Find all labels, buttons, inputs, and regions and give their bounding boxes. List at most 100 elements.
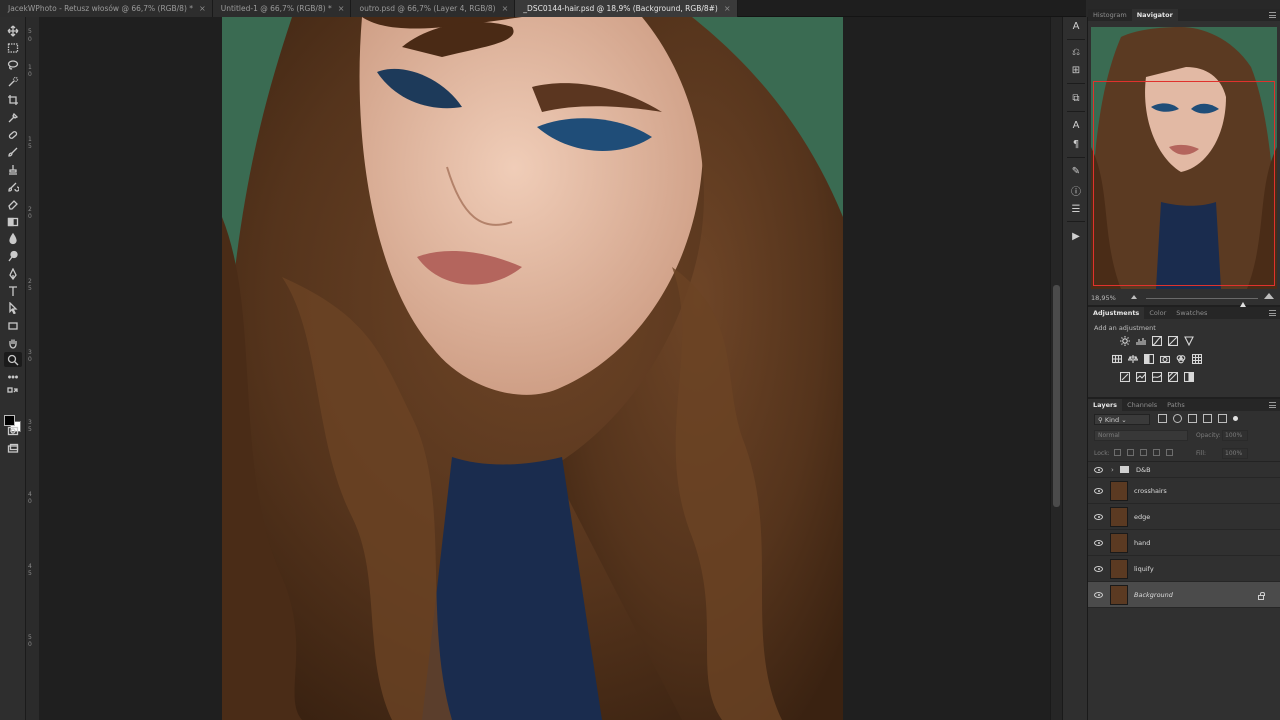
posterize-icon[interactable] [1134, 371, 1147, 383]
layer-row[interactable]: liquify [1088, 556, 1280, 582]
navigator-view-box[interactable] [1093, 81, 1275, 286]
chevron-right-icon[interactable]: › [1111, 466, 1114, 474]
layer-kind-filter[interactable]: ⚲ Kind ⌄ [1094, 414, 1150, 425]
document-tab-2[interactable]: outro.psd @ 66,7% (Layer 4, RGB/8) × [351, 0, 516, 17]
color-balance-icon[interactable] [1126, 353, 1139, 365]
lock-position-icon[interactable] [1140, 449, 1147, 456]
zoom-in-icon[interactable] [1264, 293, 1274, 299]
type-filter-icon[interactable] [1188, 414, 1197, 423]
threshold-icon[interactable] [1150, 371, 1163, 383]
actions-play-icon[interactable]: ▶ [1068, 229, 1084, 243]
brightness-contrast-icon[interactable] [1118, 335, 1131, 347]
layer-row-background[interactable]: Background [1088, 582, 1280, 608]
hand-tool-icon[interactable] [4, 335, 22, 350]
black-white-icon[interactable] [1142, 353, 1155, 365]
navigator-thumbnail[interactable] [1091, 27, 1277, 289]
healing-brush-tool-icon[interactable] [4, 127, 22, 142]
invert-icon[interactable] [1118, 371, 1131, 383]
panel-menu-icon[interactable] [1269, 310, 1276, 316]
lock-all-icon[interactable] [1166, 449, 1173, 456]
layer-row[interactable]: edge [1088, 504, 1280, 530]
close-tab-icon[interactable]: × [502, 4, 509, 13]
filter-toggle-icon[interactable] [1233, 416, 1238, 421]
path-selection-tool-icon[interactable] [4, 300, 22, 315]
layer-row-group[interactable]: › D&B [1088, 462, 1280, 478]
photo-filter-icon[interactable] [1158, 353, 1171, 365]
more-tools-icon[interactable] [4, 369, 22, 384]
paragraph-icon[interactable]: ¶ [1068, 137, 1084, 151]
visibility-eye-icon[interactable] [1094, 565, 1103, 572]
document-tab-1[interactable]: Untitled-1 @ 66,7% (RGB/8) * × [212, 0, 352, 17]
visibility-eye-icon[interactable] [1094, 591, 1103, 598]
close-tab-icon[interactable]: × [199, 4, 206, 13]
tab-paths[interactable]: Paths [1162, 399, 1190, 411]
panel-menu-icon[interactable] [1269, 402, 1276, 408]
lasso-tool-icon[interactable] [4, 57, 22, 72]
panel-menu-icon[interactable] [1269, 12, 1276, 18]
gradient-tool-icon[interactable] [4, 214, 22, 229]
properties-icon[interactable]: ☰ [1068, 202, 1084, 216]
zoom-out-icon[interactable] [1131, 295, 1137, 299]
brush-tool-icon[interactable] [4, 144, 22, 159]
document-tab-3[interactable]: _DSC0144-hair.psd @ 18,9% (Background, R… [515, 0, 738, 17]
tab-navigator[interactable]: Navigator [1131, 9, 1178, 21]
pen-tool-icon[interactable] [4, 266, 22, 281]
eraser-tool-icon[interactable] [4, 196, 22, 211]
visibility-eye-icon[interactable] [1094, 466, 1103, 473]
zoom-percentage[interactable]: 18,95% [1091, 294, 1116, 302]
tab-swatches[interactable]: Swatches [1171, 307, 1212, 319]
visibility-eye-icon[interactable] [1094, 487, 1103, 494]
smart-object-filter-icon[interactable] [1218, 414, 1227, 423]
layer-row[interactable]: crosshairs [1088, 478, 1280, 504]
gradient-map-icon[interactable] [1182, 371, 1195, 383]
pixel-filter-icon[interactable] [1158, 414, 1167, 423]
tool-presets-icon[interactable]: ✎ [1068, 164, 1084, 178]
default-colors-icon[interactable] [4, 385, 22, 400]
visibility-eye-icon[interactable] [1094, 539, 1103, 546]
close-tab-icon[interactable]: × [724, 4, 731, 13]
zoom-slider[interactable] [1146, 298, 1258, 307]
layer-row[interactable]: hand [1088, 530, 1280, 556]
opacity-input[interactable]: 100% [1222, 430, 1248, 441]
rectangle-tool-icon[interactable] [4, 318, 22, 333]
blur-tool-icon[interactable] [4, 231, 22, 246]
tab-histogram[interactable]: Histogram [1088, 9, 1132, 21]
brush-settings-icon[interactable]: ⎌ [1068, 45, 1084, 59]
levels-icon[interactable] [1134, 335, 1147, 347]
visibility-eye-icon[interactable] [1094, 513, 1103, 520]
clone-source-icon[interactable]: ⊞ [1068, 63, 1084, 77]
history-brush-tool-icon[interactable] [4, 179, 22, 194]
tab-channels[interactable]: Channels [1122, 399, 1162, 411]
hue-saturation-icon[interactable] [1110, 353, 1123, 365]
screen-mode-icon[interactable] [4, 441, 22, 456]
vertical-scrollbar[interactable] [1050, 17, 1062, 720]
curves-icon[interactable] [1150, 335, 1163, 347]
close-tab-icon[interactable]: × [338, 4, 345, 13]
document-canvas[interactable] [40, 17, 1050, 720]
tab-color[interactable]: Color [1144, 307, 1171, 319]
lock-image-icon[interactable] [1127, 449, 1134, 456]
portrait-photo[interactable] [222, 17, 843, 720]
character-icon[interactable]: A [1068, 118, 1084, 132]
foreground-color-swatch[interactable] [4, 415, 15, 426]
scrollbar-thumb[interactable] [1053, 285, 1060, 507]
quick-selection-tool-icon[interactable] [4, 74, 22, 89]
tab-adjustments[interactable]: Adjustments [1088, 307, 1145, 319]
move-tool-icon[interactable] [4, 23, 22, 38]
paragraph-styles-icon[interactable]: ⧉ [1068, 91, 1084, 105]
vibrance-icon[interactable] [1182, 335, 1195, 347]
clone-stamp-tool-icon[interactable] [4, 162, 22, 177]
info-icon[interactable]: ⓘ [1068, 183, 1084, 198]
marquee-tool-icon[interactable] [4, 40, 22, 55]
shape-filter-icon[interactable] [1203, 414, 1212, 423]
color-lookup-icon[interactable] [1190, 353, 1203, 365]
channel-mixer-icon[interactable] [1174, 353, 1187, 365]
fill-input[interactable]: 100% [1222, 448, 1248, 459]
document-tab-0[interactable]: JacekWPhoto - Retusz włosów @ 66,7% (RGB… [0, 0, 213, 17]
zoom-tool-icon[interactable] [4, 352, 22, 367]
tab-layers[interactable]: Layers [1088, 399, 1123, 411]
character-styles-icon[interactable]: A [1068, 19, 1084, 33]
exposure-icon[interactable] [1166, 335, 1179, 347]
lock-artboard-icon[interactable] [1153, 449, 1160, 456]
blend-mode-select[interactable]: Normal [1094, 430, 1188, 441]
